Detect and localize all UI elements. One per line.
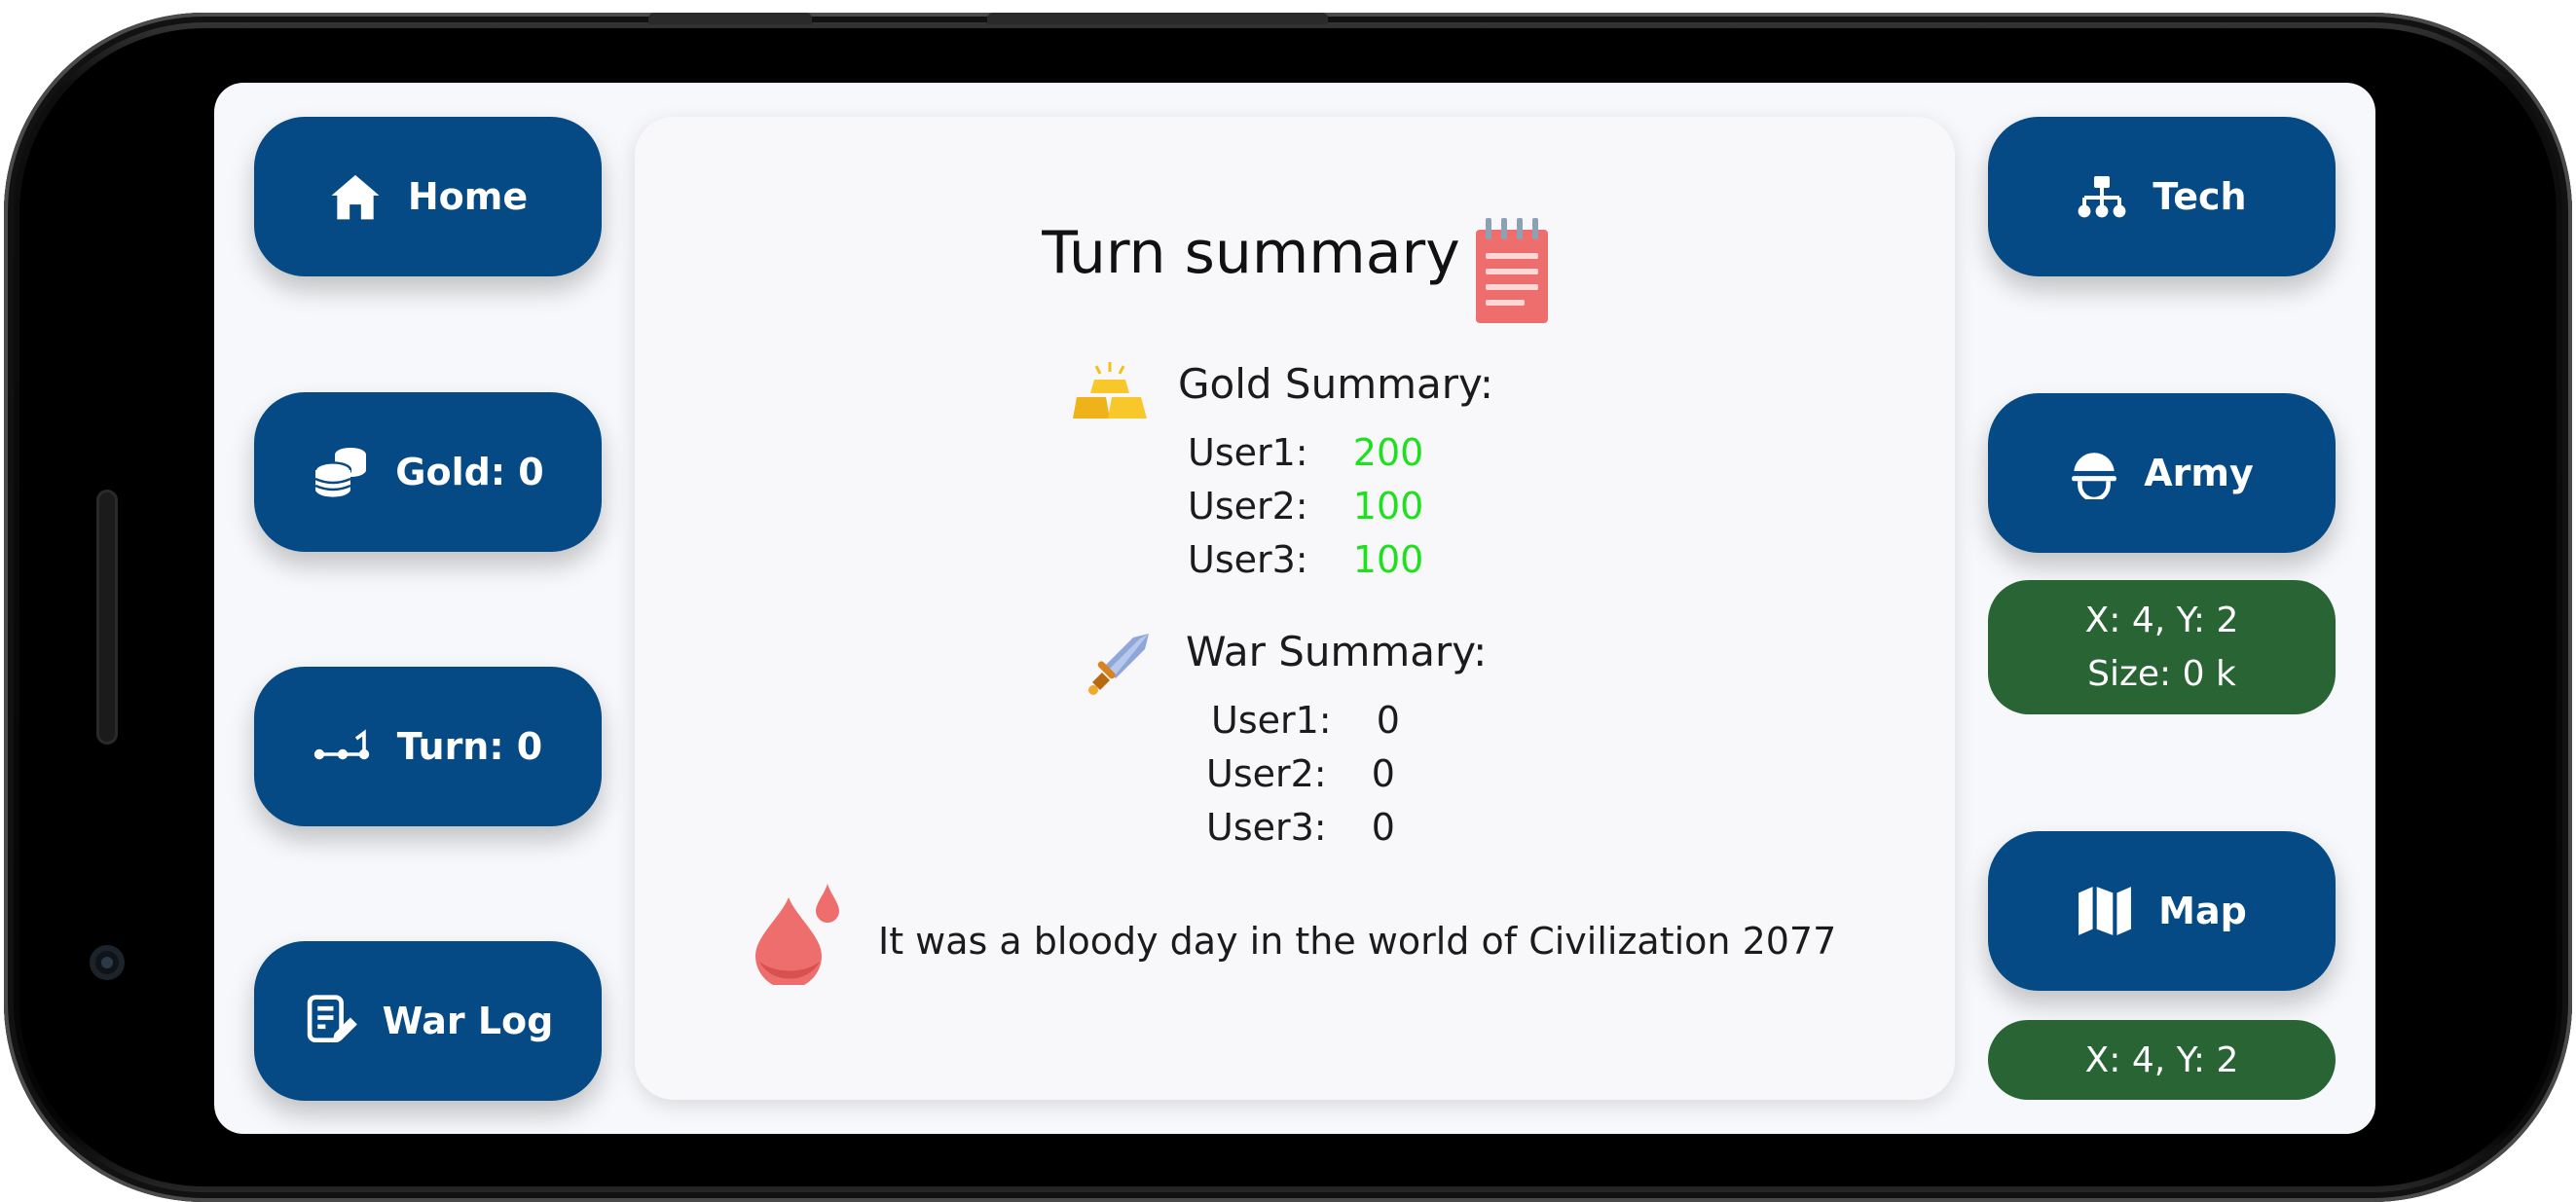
army-button-label: Army bbox=[2144, 452, 2254, 494]
front-camera bbox=[90, 945, 125, 980]
gold-row: User3: 100 bbox=[1188, 538, 1423, 581]
war-summary-heading: War Summary: bbox=[1186, 628, 1488, 675]
war-log-button-label: War Log bbox=[382, 1000, 554, 1042]
gold-row-value: 200 bbox=[1352, 431, 1424, 474]
war-row: User3: 0 bbox=[1206, 806, 1395, 849]
page-title: Turn summary bbox=[1042, 219, 1460, 287]
war-row-user: User2: bbox=[1206, 752, 1327, 795]
tech-tree-icon bbox=[2078, 176, 2126, 218]
speaker-grille bbox=[96, 490, 118, 745]
turn-summary-card: Turn summary Gold Summary: User1: 200 Us… bbox=[635, 117, 1955, 1100]
army-coordinates: X: 4, Y: 2 bbox=[2084, 601, 2239, 640]
route-icon bbox=[313, 729, 369, 760]
gold-summary-heading: Gold Summary: bbox=[1178, 360, 1493, 408]
home-icon bbox=[331, 174, 380, 220]
gold-row-value: 100 bbox=[1352, 485, 1424, 528]
sword-icon bbox=[1088, 634, 1149, 695]
map-coordinates: X: 4, Y: 2 bbox=[2084, 1039, 2239, 1080]
war-row-user: User3: bbox=[1206, 806, 1327, 849]
war-row-value: 0 bbox=[1376, 699, 1400, 742]
gold-button[interactable]: Gold: 0 bbox=[254, 392, 602, 552]
war-log-button[interactable]: War Log bbox=[254, 941, 602, 1101]
summary-message: It was a bloody day in the world of Civi… bbox=[878, 920, 1837, 963]
war-row: User1: 0 bbox=[1211, 699, 1400, 742]
war-row-value: 0 bbox=[1371, 752, 1395, 795]
gold-row: User2: 100 bbox=[1188, 485, 1423, 528]
army-size: Size: 0 k bbox=[2087, 654, 2236, 694]
gold-row-value: 100 bbox=[1352, 538, 1424, 581]
home-button[interactable]: Home bbox=[254, 117, 602, 276]
notepad-icon bbox=[1476, 218, 1548, 323]
map-button-label: Map bbox=[2158, 890, 2247, 932]
gold-row-user: User3: bbox=[1188, 538, 1308, 581]
gold-row-user: User2: bbox=[1188, 485, 1308, 528]
app-screen: Home Gold: 0 Turn: 0 War Log Tech Army X… bbox=[214, 83, 2375, 1134]
map-icon bbox=[2079, 887, 2132, 935]
helmet-icon bbox=[2072, 453, 2117, 499]
gold-button-label: Gold: 0 bbox=[395, 451, 544, 493]
map-button[interactable]: Map bbox=[1988, 831, 2336, 991]
volume-button bbox=[987, 13, 1328, 24]
army-button[interactable]: Army bbox=[1988, 393, 2336, 553]
tech-button-label: Tech bbox=[2153, 175, 2247, 218]
war-row-user: User1: bbox=[1211, 699, 1332, 742]
gold-row-user: User1: bbox=[1188, 431, 1308, 474]
map-info-panel: X: 4, Y: 2 bbox=[1988, 1020, 2336, 1100]
coins-icon bbox=[314, 448, 367, 497]
gold-bars-icon bbox=[1073, 362, 1147, 419]
gold-row: User1: 200 bbox=[1188, 431, 1423, 474]
turn-button[interactable]: Turn: 0 bbox=[254, 667, 602, 826]
war-row-value: 0 bbox=[1371, 806, 1395, 849]
power-button bbox=[648, 13, 812, 24]
turn-button-label: Turn: 0 bbox=[396, 725, 543, 768]
war-row: User2: 0 bbox=[1206, 752, 1395, 795]
home-button-label: Home bbox=[407, 175, 529, 218]
army-info-panel: X: 4, Y: 2 Size: 0 k bbox=[1988, 580, 2336, 714]
tech-button[interactable]: Tech bbox=[1988, 117, 2336, 276]
blood-drops-icon bbox=[755, 884, 839, 985]
document-edit-icon bbox=[307, 995, 357, 1043]
